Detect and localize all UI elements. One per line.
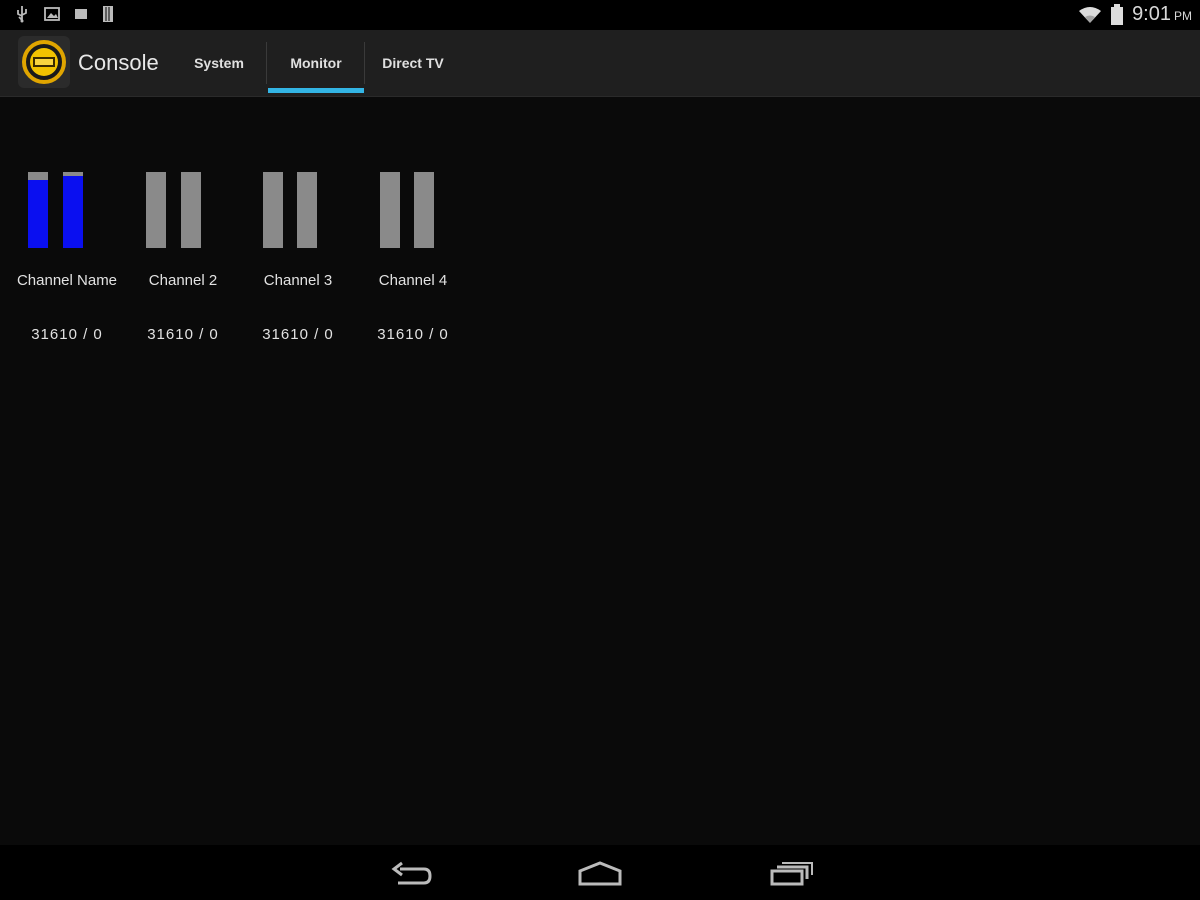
system-status: 9:01 PM: [1078, 3, 1192, 26]
channel-monitor: Channel 4 31610 / 0: [358, 150, 468, 360]
back-button[interactable]: [380, 857, 440, 889]
home-icon: [578, 861, 622, 886]
clock-time: 9:01: [1132, 3, 1171, 25]
channel-name: Channel 3: [263, 272, 333, 289]
channel-name: Channel 4: [378, 272, 448, 289]
level-fill: [63, 175, 83, 248]
usb-icon: [17, 6, 27, 23]
selected-tab-indicator: [268, 88, 364, 93]
tab-monitor-label: Monitor: [290, 55, 342, 71]
back-icon: [391, 861, 432, 885]
tab-direct-tv[interactable]: Direct TV: [366, 30, 460, 96]
level-meter-right: [63, 172, 83, 248]
app-logo[interactable]: [18, 36, 70, 88]
status-bar: 9:01 PM: [0, 0, 1200, 30]
channel-value: 31610 / 0: [262, 326, 334, 343]
clock-ampm: PM: [1174, 9, 1192, 23]
channel-value: 31610 / 0: [377, 326, 449, 343]
tab-direct-tv-label: Direct TV: [382, 55, 444, 71]
level-meter-right: [297, 172, 317, 248]
channel-monitor: Channel 2 31610 / 0: [128, 150, 238, 360]
clock: 9:01 PM: [1132, 3, 1192, 26]
level-meter-right: [414, 172, 434, 248]
action-bar: Console System Monitor Direct TV: [0, 30, 1200, 97]
navigation-bar: [0, 845, 1200, 900]
channel-value: 31610 / 0: [31, 326, 103, 343]
tab-system-label: System: [194, 55, 244, 71]
channel-name: Channel Name: [16, 272, 118, 289]
recent-apps-button[interactable]: [762, 857, 822, 889]
level-meter-left: [146, 172, 166, 248]
level-meter-left: [263, 172, 283, 248]
home-button[interactable]: [570, 857, 630, 889]
notification-icons: [14, 5, 114, 23]
channel-monitor: Channel 3 31610 / 0: [243, 150, 353, 360]
recent-apps-icon: [770, 862, 813, 886]
level-meter-left: [380, 172, 400, 248]
battery-icon: [1111, 3, 1124, 25]
level-meter-right: [181, 172, 201, 248]
image-icon: [44, 7, 60, 21]
tab-monitor[interactable]: Monitor: [268, 30, 364, 96]
tab-divider: [266, 42, 267, 84]
square-notification-icon: [75, 9, 87, 19]
tab-divider: [364, 42, 365, 84]
wifi-icon: [1079, 6, 1102, 23]
channel-monitor: Channel Name 31610 / 0: [12, 150, 122, 360]
level-meter-left: [28, 172, 48, 248]
app-logo-icon: [22, 40, 66, 84]
app-title: Console: [78, 50, 159, 75]
sd-card-icon: [103, 6, 113, 22]
tab-system[interactable]: System: [172, 30, 266, 96]
channel-value: 31610 / 0: [147, 326, 219, 343]
level-fill: [28, 179, 48, 248]
channel-name: Channel 2: [148, 272, 218, 289]
